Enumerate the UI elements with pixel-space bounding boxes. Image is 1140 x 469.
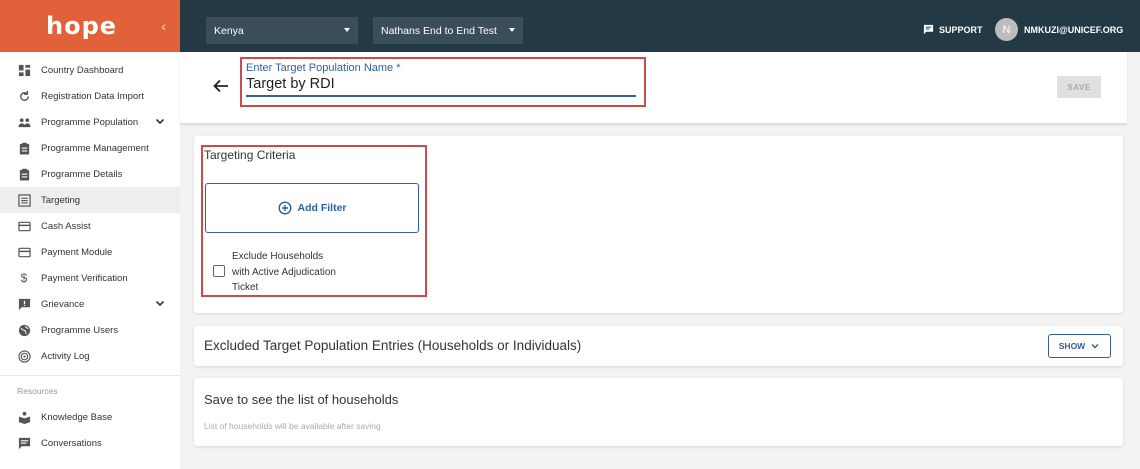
chat-icon bbox=[17, 436, 31, 450]
sidebar-item-label: Country Dashboard bbox=[41, 64, 124, 76]
excluded-entries-card: Excluded Target Population Entries (Hous… bbox=[194, 326, 1123, 366]
sidebar-item-label: Cash Assist bbox=[41, 220, 91, 232]
targeting-criteria-card: Targeting Criteria Add Filter Exclude Ho… bbox=[194, 136, 1123, 313]
sidebar-item-label: Knowledge Base bbox=[41, 411, 113, 423]
card-icon bbox=[17, 245, 31, 259]
card-icon bbox=[17, 219, 31, 233]
caret-down-icon bbox=[509, 28, 515, 32]
logo-bar: hope ‹ bbox=[0, 0, 180, 52]
sidebar-item-country-dashboard[interactable]: Country Dashboard bbox=[0, 57, 180, 83]
sidebar-section-resources: Resources bbox=[17, 386, 58, 396]
sidebar-item-label: Targeting bbox=[41, 194, 81, 206]
show-label: SHOW bbox=[1058, 341, 1086, 351]
list-icon bbox=[17, 193, 31, 207]
sidebar-item-programme-management[interactable]: Programme Management bbox=[0, 135, 180, 161]
support-button[interactable]: SUPPORT bbox=[923, 24, 983, 35]
chevron-down-icon[interactable] bbox=[154, 115, 166, 127]
sidebar-item-activity-log[interactable]: Activity Log bbox=[0, 343, 180, 369]
sidebar-item-programme-population[interactable]: Programme Population bbox=[0, 109, 180, 135]
sidebar-item-programme-details[interactable]: Programme Details bbox=[0, 161, 180, 187]
save-button[interactable]: SAVE bbox=[1057, 76, 1101, 98]
dashboard-icon bbox=[17, 63, 31, 77]
globe-icon bbox=[17, 323, 31, 337]
sidebar-item-conversations[interactable]: Conversations bbox=[0, 430, 180, 456]
highlight-box-name bbox=[240, 57, 646, 107]
households-title: Save to see the list of households bbox=[204, 392, 399, 407]
sidebar-item-label: Programme Population bbox=[41, 116, 139, 128]
top-app-bar: Kenya Nathans End to End Test SUPPORT N … bbox=[180, 0, 1140, 52]
sidebar-item-label: Registration Data Import bbox=[41, 90, 144, 102]
sidebar-item-label: Payment Verification bbox=[41, 272, 128, 284]
sidebar-item-label: Conversations bbox=[41, 437, 102, 449]
households-subtitle: List of households will be available aft… bbox=[204, 421, 381, 431]
feedback-icon bbox=[17, 297, 31, 311]
dollar-icon: $ bbox=[20, 271, 28, 285]
refresh-icon bbox=[17, 89, 31, 103]
programme-select[interactable]: Nathans End to End Test bbox=[373, 17, 523, 44]
sidebar-item-programme-users[interactable]: Programme Users bbox=[0, 317, 180, 343]
chat-bubble-icon bbox=[923, 24, 934, 35]
target-icon bbox=[17, 349, 31, 363]
sidebar: hope ‹ Country Dashboard Registration Da… bbox=[0, 0, 180, 469]
collapse-sidebar-icon[interactable]: ‹ bbox=[161, 18, 166, 34]
clipboard-icon bbox=[17, 141, 31, 155]
book-icon bbox=[17, 410, 31, 424]
highlight-box-criteria bbox=[201, 145, 427, 297]
sidebar-divider bbox=[0, 375, 180, 376]
hope-logo[interactable]: hope bbox=[46, 12, 117, 40]
sidebar-item-cash-assist[interactable]: Cash Assist bbox=[0, 213, 180, 239]
sidebar-item-payment-verification[interactable]: $ Payment Verification bbox=[0, 265, 180, 291]
sidebar-item-knowledge-base[interactable]: Knowledge Base bbox=[0, 404, 180, 430]
back-arrow-icon[interactable] bbox=[212, 77, 230, 95]
page-header: Enter Target Population Name * Target by… bbox=[180, 52, 1127, 124]
show-button[interactable]: SHOW bbox=[1048, 334, 1111, 358]
clipboard-icon bbox=[17, 167, 31, 181]
excluded-entries-title: Excluded Target Population Entries (Hous… bbox=[204, 338, 582, 353]
sidebar-item-targeting[interactable]: Targeting bbox=[0, 187, 180, 213]
people-icon bbox=[17, 115, 31, 129]
sidebar-item-label: Grievance bbox=[41, 298, 85, 310]
user-email[interactable]: NMKUZI@UNICEF.ORG bbox=[1024, 25, 1123, 35]
sidebar-item-payment-module[interactable]: Payment Module bbox=[0, 239, 180, 265]
sidebar-item-label: Payment Module bbox=[41, 246, 113, 258]
programme-select-value: Nathans End to End Test bbox=[381, 24, 497, 37]
households-card: Save to see the list of households List … bbox=[194, 378, 1123, 446]
sidebar-item-label: Programme Users bbox=[41, 324, 119, 336]
support-label: SUPPORT bbox=[939, 24, 983, 35]
chevron-down-icon bbox=[1091, 343, 1099, 349]
chevron-down-icon[interactable] bbox=[154, 297, 166, 309]
sidebar-item-grievance[interactable]: Grievance bbox=[0, 291, 180, 317]
sidebar-item-registration-data-import[interactable]: Registration Data Import bbox=[0, 83, 180, 109]
sidebar-item-label: Activity Log bbox=[41, 350, 90, 362]
avatar[interactable]: N bbox=[995, 18, 1018, 41]
sidebar-item-label: Programme Details bbox=[41, 168, 123, 180]
country-select-value: Kenya bbox=[214, 24, 244, 37]
caret-down-icon bbox=[344, 28, 350, 32]
country-select[interactable]: Kenya bbox=[206, 17, 358, 44]
sidebar-item-label: Programme Management bbox=[41, 142, 149, 154]
sidebar-nav: Country Dashboard Registration Data Impo… bbox=[0, 52, 180, 456]
